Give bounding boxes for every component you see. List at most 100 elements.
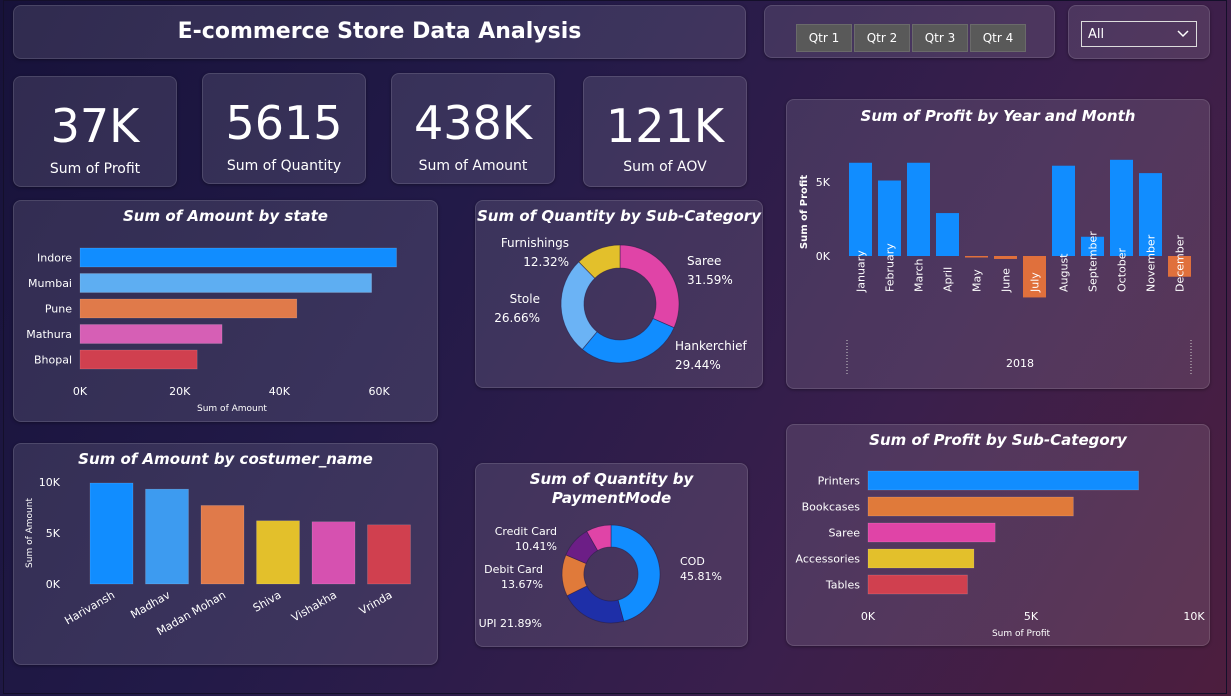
qtr1-button[interactable]: Qtr 1 xyxy=(796,24,852,52)
bar xyxy=(79,324,223,344)
x-tick-label: 0K xyxy=(73,385,88,398)
customer-bar-chart: 0K5K10KSum of AmountHarivansh MadhavMadan… xyxy=(25,476,411,638)
slice-pct-label: 26.66% xyxy=(494,311,540,325)
bar xyxy=(89,482,134,585)
slice-name-label: Furnishings xyxy=(501,236,569,250)
bar xyxy=(994,256,1017,259)
y-tick-label: 10K xyxy=(39,476,61,489)
kpi-quantity-card: 5615 Sum of Quantity xyxy=(202,73,366,184)
category-label: Saree xyxy=(828,527,860,540)
x-tick-label: December xyxy=(1174,234,1187,292)
chevron-down-icon xyxy=(1177,30,1189,38)
monthly-profit-chart: 5K 0K Sum of Profit January February March Apr… xyxy=(799,159,1192,374)
slice-name-label: Stole xyxy=(510,292,540,306)
bar xyxy=(79,349,198,370)
kpi-amount-value: 438K xyxy=(414,96,532,150)
kpi-aov-value: 121K xyxy=(606,99,724,153)
x-tick-label: 20K xyxy=(169,385,191,398)
x-tick-label: 0K xyxy=(861,610,876,623)
chart-quantity-by-subcategory: Sum of Quantity by Sub-Category Saree 31.… xyxy=(475,200,763,388)
slice-name-label: Debit Card xyxy=(484,563,543,576)
category-label: Bhopal xyxy=(34,354,72,367)
state-bar-chart: Indore Mumbai Pune Mathura Bhopal 0K 20K 40K 60K… xyxy=(26,247,397,414)
category-label: Pune xyxy=(45,303,72,316)
qtr2-button[interactable]: Qtr 2 xyxy=(854,24,910,52)
slice-label: UPI 21.89% xyxy=(479,617,542,630)
x-tick-label: April xyxy=(942,267,955,292)
kpi-profit-label: Sum of Profit xyxy=(49,161,141,177)
category-label: Tables xyxy=(825,579,860,592)
bar xyxy=(849,162,872,256)
filter-selected-value: All xyxy=(1088,27,1105,42)
bar xyxy=(145,488,189,585)
subcategory-donut-chart: Saree 31.59% Hankerchief 29.44% Stole 26.66% F… xyxy=(494,236,747,372)
chart-profit-by-month: Sum of Profit by Year and Month 5K 0K Sum … xyxy=(786,99,1210,389)
kpi-profit-card: 37K Sum of Profit xyxy=(13,76,177,187)
y-tick-label: 5K xyxy=(46,527,61,540)
y-axis-label: Sum of Amount xyxy=(25,498,35,568)
bar xyxy=(867,522,996,543)
bar xyxy=(79,247,397,268)
y-tick-label: 0K xyxy=(46,578,61,591)
x-tick-label: August xyxy=(1058,253,1071,292)
chart-amount-by-state: Sum of Amount by state Indore Mumbai Pune M… xyxy=(13,200,438,422)
x-tick-label: Madhav xyxy=(128,588,173,621)
x-tick-label: 10K xyxy=(1183,610,1205,623)
qtr3-button[interactable]: Qtr 3 xyxy=(912,24,968,52)
kpi-amount-label: Sum of Amount xyxy=(418,158,528,174)
x-tick-label: March xyxy=(913,258,926,292)
bar xyxy=(867,496,1074,517)
slice-name-label: Hankerchief xyxy=(675,339,747,353)
filter-dropdown[interactable]: All xyxy=(1081,21,1197,47)
kpi-quantity-value: 5615 xyxy=(225,96,343,150)
bar xyxy=(256,520,300,585)
y-tick-label: 0K xyxy=(816,250,831,263)
x-tick-label: September xyxy=(1087,231,1100,292)
x-tick-label: June xyxy=(1000,268,1013,293)
bar xyxy=(79,298,298,319)
qtr4-button[interactable]: Qtr 4 xyxy=(970,24,1026,52)
donut-slice xyxy=(619,244,680,329)
x-tick-label: 40K xyxy=(269,385,291,398)
x-tick-label: 5K xyxy=(1024,610,1039,623)
x-tick-label: July xyxy=(1029,272,1042,293)
chart-quantity-by-payment: Sum of Quantity by PaymentMode COD 45.81%… xyxy=(475,463,748,647)
bar xyxy=(867,470,1139,491)
bar xyxy=(79,273,372,293)
slice-name-label: COD xyxy=(680,555,705,568)
bar xyxy=(1110,159,1133,256)
chart-profit-by-subcategory: Sum of Profit by Sub-Category Printers Bo… xyxy=(786,424,1210,646)
category-label: Printers xyxy=(818,475,861,488)
donut-slice xyxy=(581,317,675,364)
slice-pct-label: 10.41% xyxy=(515,540,557,553)
x-axis-label: Sum of Amount xyxy=(197,404,267,414)
bar xyxy=(200,505,245,585)
slice-name-label: Credit Card xyxy=(495,525,557,538)
bar xyxy=(1052,165,1075,256)
x-tick-label: October xyxy=(1116,248,1129,292)
x-tick-label: February xyxy=(884,243,897,292)
profit-subcategory-chart: Printers Bookcases Saree Accessories Tables 0… xyxy=(796,470,1205,639)
category-label: Mathura xyxy=(26,328,72,341)
bar xyxy=(867,548,975,569)
x-group-label: 2018 xyxy=(1006,357,1034,370)
kpi-aov-label: Sum of AOV xyxy=(623,159,707,175)
bar xyxy=(311,521,356,585)
x-axis-label: Sum of Profit xyxy=(992,629,1051,639)
kpi-amount-card: 438K Sum of Amount xyxy=(391,73,555,184)
slice-pct-label: 29.44% xyxy=(675,358,721,372)
slice-pct-label: 31.59% xyxy=(687,273,733,287)
x-tick-label: 60K xyxy=(368,385,390,398)
bar xyxy=(367,524,411,585)
x-tick-label: January xyxy=(855,250,868,293)
category-label: Accessories xyxy=(796,553,861,566)
slice-pct-label: 12.32% xyxy=(523,255,569,269)
category-label: Bookcases xyxy=(802,501,861,514)
y-tick-label: 5K xyxy=(816,176,831,189)
header-card: E-commerce Store Data Analysis xyxy=(13,5,746,59)
category-label: Mumbai xyxy=(28,277,72,290)
x-tick-label: November xyxy=(1145,234,1158,292)
x-tick-label: Vishakha xyxy=(289,588,339,624)
slice-pct-label: 45.81% xyxy=(680,570,722,583)
x-tick-label: May xyxy=(971,269,984,292)
